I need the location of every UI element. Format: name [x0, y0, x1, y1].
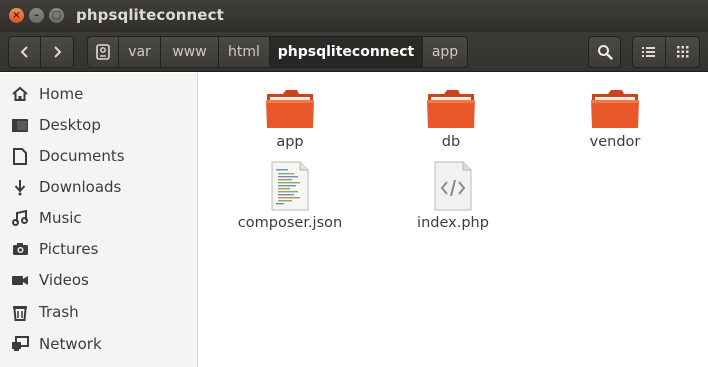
trash-icon — [10, 302, 30, 322]
folder-item-db[interactable]: db — [391, 88, 511, 168]
back-button[interactable] — [8, 36, 41, 68]
close-window-button[interactable]: × — [9, 8, 24, 23]
sidebar-item-network[interactable]: Network — [0, 329, 197, 359]
sidebar-item-music[interactable]: Music — [0, 203, 197, 233]
network-icon — [10, 334, 30, 354]
title-bar: × – □ phpsqliteconnect — [0, 0, 708, 32]
sidebar-item-label: Downloads — [39, 178, 122, 196]
file-view: app db vendor composer.json index.php — [199, 73, 708, 367]
file-name-label: vendor — [589, 134, 641, 150]
code-file-icon — [434, 161, 472, 211]
camera-icon — [10, 239, 30, 259]
folder-item-vendor[interactable]: vendor — [555, 88, 675, 168]
search-button[interactable] — [588, 36, 621, 68]
breadcrumb-root-drive[interactable] — [87, 36, 119, 68]
sidebar-item-label: Pictures — [39, 240, 99, 258]
home-icon — [10, 84, 30, 104]
file-name-label: index.php — [417, 215, 489, 231]
list-view-button[interactable] — [632, 36, 666, 68]
file-name-label: app — [276, 134, 304, 150]
sidebar: Home Desktop Documents Downloads Music P… — [0, 73, 198, 367]
breadcrumb-phpsqliteconnect[interactable]: phpsqliteconnect — [270, 36, 423, 68]
grid-view-icon — [676, 46, 688, 58]
video-camera-icon — [10, 270, 30, 290]
sidebar-item-downloads[interactable]: Downloads — [0, 172, 197, 202]
window-title: phpsqliteconnect — [76, 6, 224, 24]
maximize-window-button[interactable]: □ — [49, 8, 64, 23]
sidebar-item-label: Home — [39, 85, 84, 103]
folder-item-app[interactable]: app — [230, 88, 350, 168]
document-icon — [10, 146, 30, 166]
toolbar: var www html phpsqliteconnect app — [0, 32, 708, 72]
chevron-right-icon — [54, 46, 62, 58]
sidebar-item-pictures[interactable]: Pictures — [0, 234, 197, 264]
download-arrow-icon — [10, 177, 30, 197]
file-name-label: db — [441, 134, 461, 150]
file-item-composer-json[interactable]: composer.json — [230, 161, 350, 241]
breadcrumb-www[interactable]: www — [161, 36, 219, 68]
sidebar-item-trash[interactable]: Trash — [0, 297, 197, 327]
forward-button[interactable] — [41, 36, 74, 68]
sidebar-item-videos[interactable]: Videos — [0, 265, 197, 295]
sidebar-item-label: Videos — [39, 271, 89, 289]
sidebar-item-desktop[interactable]: Desktop — [0, 110, 197, 140]
file-name-label: composer.json — [237, 215, 343, 231]
folder-icon — [591, 90, 639, 128]
list-view-icon — [642, 47, 655, 57]
sidebar-item-label: Documents — [39, 147, 125, 165]
music-note-icon — [10, 208, 30, 228]
desktop-folder-icon — [10, 115, 30, 135]
sidebar-item-documents[interactable]: Documents — [0, 141, 197, 171]
breadcrumb-app[interactable]: app — [423, 36, 468, 68]
folder-icon — [266, 90, 314, 128]
sidebar-item-label: Music — [39, 209, 82, 227]
drive-icon — [96, 44, 110, 60]
grid-view-button[interactable] — [666, 36, 700, 68]
search-icon — [597, 45, 613, 60]
breadcrumb-html[interactable]: html — [219, 36, 270, 68]
text-file-icon — [271, 161, 309, 211]
folder-icon — [427, 90, 475, 128]
sidebar-item-label: Trash — [39, 303, 79, 321]
sidebar-item-home[interactable]: Home — [0, 79, 197, 109]
sidebar-item-label: Desktop — [39, 116, 101, 134]
chevron-left-icon — [20, 46, 28, 58]
file-item-index-php[interactable]: index.php — [393, 161, 513, 241]
breadcrumb-var[interactable]: var — [119, 36, 161, 68]
minimize-window-button[interactable]: – — [29, 8, 44, 23]
sidebar-item-label: Network — [39, 335, 102, 353]
